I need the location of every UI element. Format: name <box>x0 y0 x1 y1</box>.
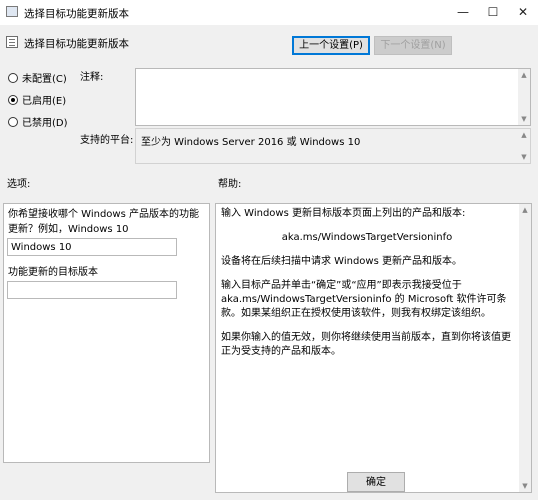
maximize-button[interactable]: ☐ <box>478 0 508 25</box>
options-panel: 你希望接收哪个 Windows 产品版本的功能更新？例如，Windows 10 … <box>3 203 210 463</box>
scroll-down-icon[interactable]: ▼ <box>518 113 530 125</box>
radio-enabled-label: 已启用(E) <box>22 96 67 107</box>
radio-disabled[interactable]: 已禁用(D) <box>8 114 68 129</box>
minimize-button[interactable]: — <box>448 0 478 25</box>
title-bar: 选择目标功能更新版本 — ☐ ✕ <box>0 0 538 25</box>
help-paragraph: 输入 Windows 更新目标版本页面上列出的产品和版本: <box>221 208 466 219</box>
comment-textarea[interactable]: ▲ ▼ <box>135 68 531 126</box>
platform-scrollbar[interactable]: ▲ ▼ <box>518 129 530 163</box>
platform-info: 至少为 Windows Server 2016 或 Windows 10 ▲ ▼ <box>135 128 531 164</box>
help-scrollbar[interactable]: ▲ ▼ <box>519 204 531 492</box>
help-paragraph: 设备将在后续扫描中请求 Windows 更新产品和版本。 <box>221 256 462 267</box>
radio-not-configured-indicator[interactable] <box>8 72 18 83</box>
help-paragraph: 如果你输入的值无效，则你将继续使用当前版本，直到你将该值更正为受支持的产品和版本… <box>221 332 511 357</box>
radio-disabled-indicator[interactable] <box>8 116 18 127</box>
comment-label: 注释: <box>80 72 104 83</box>
scroll-down-icon[interactable]: ▼ <box>519 480 531 492</box>
platform-value: 至少为 Windows Server 2016 或 Windows 10 <box>141 137 361 148</box>
radio-disabled-label: 已禁用(D) <box>22 118 68 129</box>
help-panel: 输入 Windows 更新目标版本页面上列出的产品和版本: aka.ms/Win… <box>215 203 532 493</box>
platform-label: 支持的平台: <box>80 135 134 146</box>
policy-title: 选择目标功能更新版本 <box>24 38 129 50</box>
close-button[interactable]: ✕ <box>508 0 538 25</box>
radio-not-configured[interactable]: 未配置(C) <box>8 70 67 85</box>
target-version-label: 功能更新的目标版本 <box>8 267 98 278</box>
scroll-up-icon[interactable]: ▲ <box>519 204 531 216</box>
comment-scrollbar[interactable]: ▲ ▼ <box>518 69 530 125</box>
help-paragraph: 输入目标产品并单击“确定”或“应用”即表示我接受位于 aka.ms/Window… <box>221 280 507 319</box>
policy-setting-icon <box>6 36 18 48</box>
scroll-up-icon[interactable]: ▲ <box>518 129 530 141</box>
scroll-up-icon[interactable]: ▲ <box>518 69 530 81</box>
previous-setting-button[interactable]: 上一个设置(P) <box>292 36 370 55</box>
ok-button[interactable]: 确定 <box>347 472 405 492</box>
help-link-text: aka.ms/WindowsTargetVersioninfo <box>281 232 453 243</box>
help-text: 输入 Windows 更新目标版本页面上列出的产品和版本: aka.ms/Win… <box>221 207 513 369</box>
radio-enabled-indicator[interactable] <box>8 94 18 105</box>
policy-app-icon <box>6 6 18 17</box>
options-label: 选项: <box>7 179 31 190</box>
product-version-input[interactable] <box>7 238 177 256</box>
radio-not-configured-label: 未配置(C) <box>22 74 67 85</box>
radio-enabled[interactable]: 已启用(E) <box>8 92 66 107</box>
help-label: 帮助: <box>218 179 242 190</box>
window-title: 选择目标功能更新版本 <box>24 8 129 20</box>
target-version-input[interactable] <box>7 281 177 299</box>
options-question: 你希望接收哪个 Windows 产品版本的功能更新？例如，Windows 10 <box>8 209 199 235</box>
scroll-down-icon[interactable]: ▼ <box>518 151 530 163</box>
next-setting-button[interactable]: 下一个设置(N) <box>374 36 452 55</box>
